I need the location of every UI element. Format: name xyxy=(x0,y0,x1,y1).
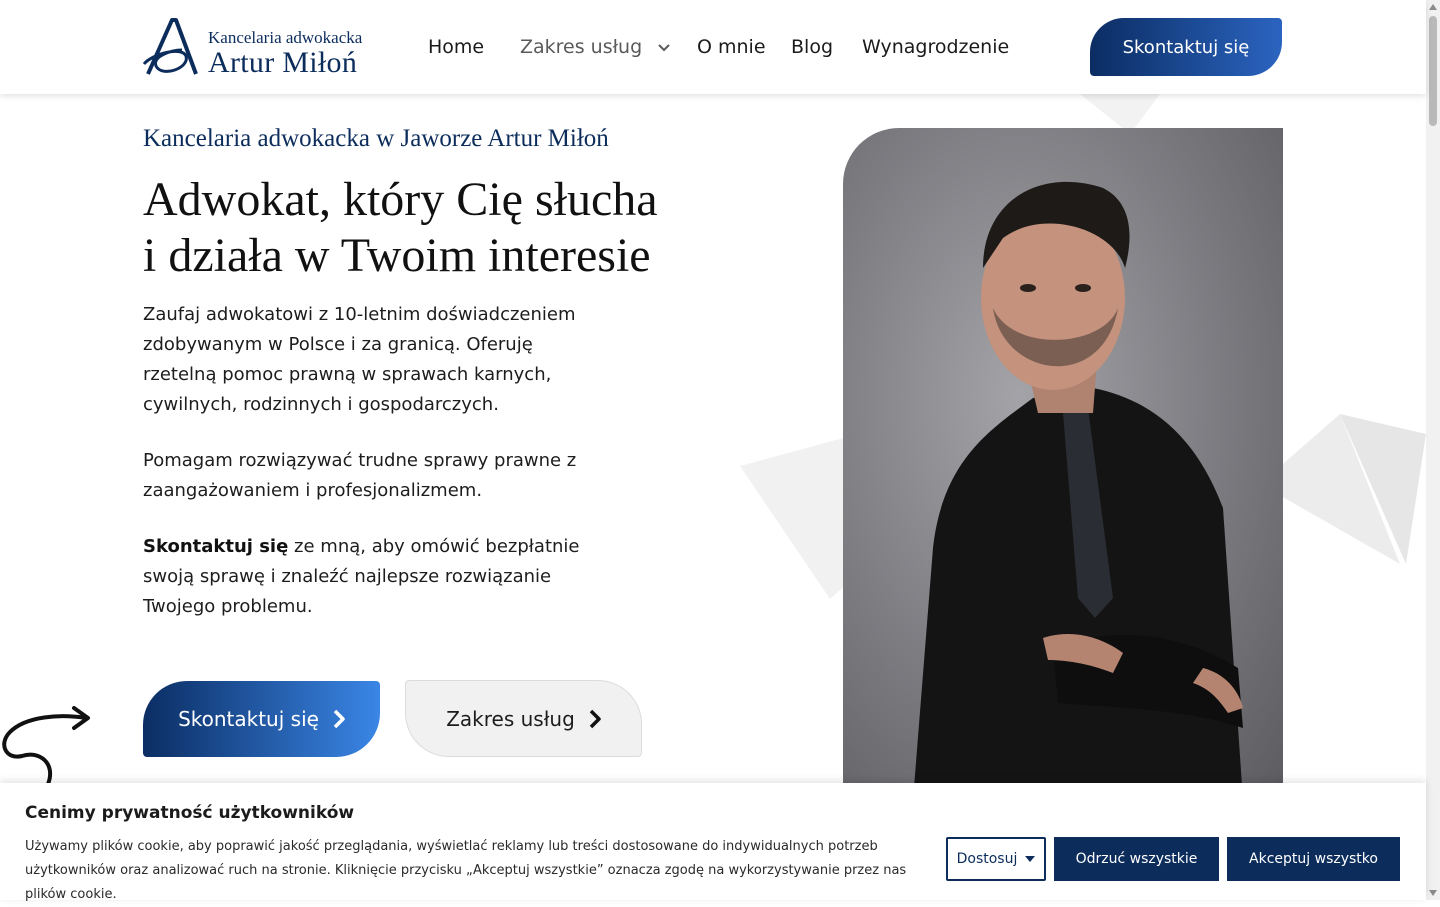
cookie-customize-label: Dostosuj xyxy=(956,851,1018,867)
hero-paragraph-1: Zaufaj adwokatowi z 10-letnim doświadcze… xyxy=(143,304,576,415)
scrollbar-thumb[interactable] xyxy=(1429,16,1437,126)
hero-contact-label: Skontaktuj się xyxy=(178,707,319,731)
scroll-down-icon[interactable] xyxy=(1429,890,1437,896)
chevron-down-icon xyxy=(658,43,670,51)
header-contact-button[interactable]: Skontaktuj się xyxy=(1090,18,1282,76)
page-scrollbar[interactable] xyxy=(1426,0,1440,900)
hero-paragraph-3: Skontaktuj się ze mną, aby omówić bezpła… xyxy=(143,532,583,622)
nav-services[interactable]: Zakres usług xyxy=(520,36,670,58)
site-logo[interactable]: Kancelaria adwokacka Artur Miłoń xyxy=(142,16,382,80)
cookie-accept-button[interactable]: Akceptuj wszystko xyxy=(1227,837,1400,881)
hero-contact-button[interactable]: Skontaktuj się xyxy=(143,681,380,757)
nav-services-label: Zakres usług xyxy=(520,36,643,58)
cookie-customize-button[interactable]: Dostosuj xyxy=(946,837,1046,881)
hero-eyebrow: Kancelaria adwokacka w Jaworze Artur Mił… xyxy=(143,125,609,152)
nav-blog[interactable]: Blog xyxy=(791,36,833,58)
cookie-consent-banner: Cenimy prywatność użytkowników Używamy p… xyxy=(0,783,1426,902)
headline-line-1: Adwokat, który Cię słucha xyxy=(143,173,658,226)
logo-monogram-icon xyxy=(142,18,198,75)
hero-headline: Adwokat, który Cię słucha i działa w Two… xyxy=(143,172,783,284)
nav-home[interactable]: Home xyxy=(428,36,484,58)
hero-services-button[interactable]: Zakres usług xyxy=(405,680,642,757)
scroll-up-icon[interactable] xyxy=(1429,4,1437,10)
contact-emphasis: Skontaktuj się xyxy=(143,536,289,557)
nav-about[interactable]: O mnie xyxy=(697,36,766,58)
logo-line-2: Artur Miłoń xyxy=(208,46,358,79)
cookie-reject-button[interactable]: Odrzuć wszystkie xyxy=(1054,837,1219,881)
curved-arrow-icon xyxy=(2,706,90,786)
headline-line-2: i działa w Twoim interesie xyxy=(143,229,651,282)
chevron-right-icon xyxy=(589,709,601,728)
chevron-right-icon xyxy=(333,709,345,729)
site-header: Kancelaria adwokacka Artur Miłoń Home Za… xyxy=(0,0,1426,94)
lawyer-portrait-photo xyxy=(843,128,1283,800)
logo-line-1: Kancelaria adwokacka xyxy=(208,28,363,47)
caret-down-icon xyxy=(1025,856,1036,862)
hero-paragraph-2: Pomagam rozwiązywać trudne sprawy prawne… xyxy=(143,450,577,501)
cookie-title: Cenimy prywatność użytkowników xyxy=(25,803,355,823)
nav-fees[interactable]: Wynagrodzenie xyxy=(862,36,1009,58)
cookie-text: Używamy plików cookie, aby poprawić jako… xyxy=(25,839,907,902)
hero-services-label: Zakres usług xyxy=(446,706,575,731)
